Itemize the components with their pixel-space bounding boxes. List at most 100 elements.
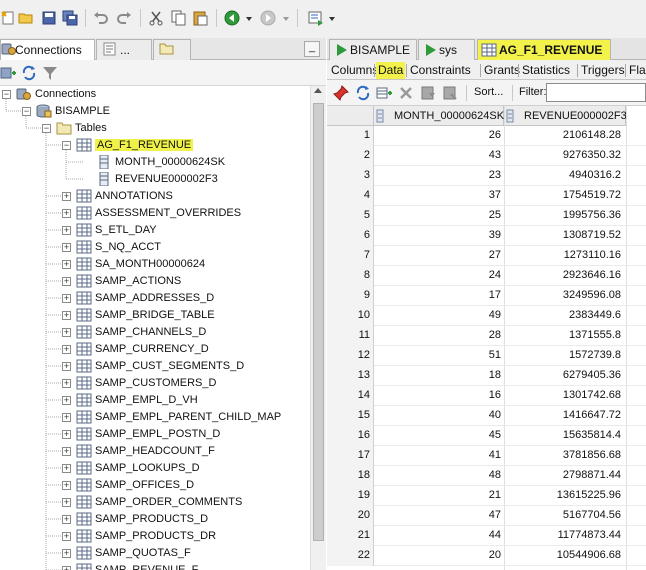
table-row[interactable]: 4 37 1754519.72 [327, 186, 646, 206]
cell-revenue[interactable]: 3781856.68 [506, 449, 621, 461]
tree-node-table[interactable]: + SAMP_ADDRESSES_D [0, 290, 310, 307]
open-folder-icon[interactable] [18, 10, 34, 26]
cell-revenue[interactable]: 1995756.36 [506, 209, 621, 221]
tree-node-table[interactable]: + SAMP_ORDER_COMMENTS [0, 494, 310, 511]
cell-revenue[interactable]: 10544906.68 [506, 549, 621, 561]
refresh-icon[interactable] [21, 65, 37, 81]
expand-toggle-icon[interactable]: + [62, 362, 71, 371]
forward-dropdown-arrow[interactable] [283, 17, 289, 21]
cell-month[interactable]: 21 [376, 489, 501, 501]
cell-revenue[interactable]: 2383449.6 [506, 309, 621, 321]
tree-node-table[interactable]: + SAMP_PRODUCTS_D [0, 511, 310, 528]
table-row[interactable]: 2 43 9276350.32 [327, 146, 646, 166]
expand-toggle-icon[interactable]: + [62, 345, 71, 354]
cell-revenue[interactable]: 1416647.72 [506, 409, 621, 421]
tree-node-table[interactable]: + SAMP_CUSTOMERS_D [0, 375, 310, 392]
delete-row-icon[interactable] [398, 85, 414, 101]
cell-revenue[interactable]: 15635814.4 [506, 429, 621, 441]
tree-node-column[interactable]: REVENUE000002F3 [0, 171, 310, 188]
expand-toggle-icon[interactable]: + [62, 515, 71, 524]
back-icon[interactable] [224, 10, 240, 26]
cell-month[interactable]: 25 [376, 209, 501, 221]
cell-month[interactable]: 27 [376, 249, 501, 261]
sql-worksheet-icon[interactable] [308, 10, 324, 26]
table-row[interactable]: 8 24 2923646.16 [327, 266, 646, 286]
tree-node-column[interactable]: MONTH_00000624SK [0, 154, 310, 171]
tree-node-tables[interactable]: − Tables [0, 120, 310, 137]
expand-toggle-icon[interactable]: + [62, 464, 71, 473]
cell-month[interactable]: 47 [376, 509, 501, 521]
collapse-toggle-icon[interactable]: − [62, 141, 71, 150]
table-row[interactable]: 17 41 3781856.68 [327, 446, 646, 466]
tree-node-table[interactable]: + SAMP_EMPL_D_VH [0, 392, 310, 409]
cell-month[interactable]: 43 [376, 149, 501, 161]
cell-revenue[interactable]: 11774873.44 [506, 529, 621, 541]
tree-node-table[interactable]: + SAMP_QUOTAS_F [0, 545, 310, 562]
tab-bisample[interactable]: BISAMPLE [329, 39, 417, 60]
save-icon[interactable] [41, 10, 57, 26]
cell-revenue[interactable]: 2923646.16 [506, 269, 621, 281]
tree-node-table[interactable]: + SAMP_OFFICES_D [0, 477, 310, 494]
cell-revenue[interactable]: 1273110.16 [506, 249, 621, 261]
table-row[interactable]: 12 51 1572739.8 [327, 346, 646, 366]
minimize-panel-button[interactable]: _ [304, 41, 320, 57]
tree-node-table[interactable]: + ANNOTATIONS [0, 188, 310, 205]
commit-icon[interactable] [420, 85, 436, 101]
cell-revenue[interactable]: 1301742.68 [506, 389, 621, 401]
table-row[interactable]: 18 48 2798871.44 [327, 466, 646, 486]
cell-month[interactable]: 40 [376, 409, 501, 421]
cell-month[interactable]: 28 [376, 329, 501, 341]
tab-reports[interactable]: ... [96, 39, 152, 60]
collapse-toggle-icon[interactable]: − [22, 107, 31, 116]
cell-month[interactable]: 39 [376, 229, 501, 241]
expand-toggle-icon[interactable]: + [62, 379, 71, 388]
redo-icon[interactable] [116, 10, 132, 26]
cell-month[interactable]: 41 [376, 449, 501, 461]
collapse-toggle-icon[interactable]: − [2, 90, 11, 99]
subtab-constraints[interactable]: Constraints [408, 62, 473, 79]
cell-month[interactable]: 44 [376, 529, 501, 541]
table-row[interactable]: 20 47 5167704.56 [327, 506, 646, 526]
tree-node-table[interactable]: + SAMP_EMPL_POSTN_D [0, 426, 310, 443]
tree-node-table[interactable]: + SAMP_REVENUE_F [0, 562, 310, 570]
tree-node-table[interactable]: + SA_MONTH00000624 [0, 256, 310, 273]
expand-toggle-icon[interactable]: + [62, 328, 71, 337]
expand-toggle-icon[interactable]: + [62, 549, 71, 558]
cell-month[interactable]: 37 [376, 189, 501, 201]
tab-files[interactable] [153, 39, 191, 60]
tree-node-connections[interactable]: − Connections [0, 86, 310, 103]
table-row[interactable]: 5 25 1995756.36 [327, 206, 646, 226]
expand-toggle-icon[interactable]: + [62, 498, 71, 507]
tree-node-ag-f1-revenue[interactable]: − AG_F1_REVENUE [0, 137, 310, 154]
pin-icon[interactable] [333, 85, 349, 101]
subtab-statistics[interactable]: Statistics [520, 62, 572, 79]
subtab-grants[interactable]: Grants [482, 62, 522, 79]
cell-month[interactable]: 18 [376, 369, 501, 381]
expand-toggle-icon[interactable]: + [62, 566, 71, 570]
cell-month[interactable]: 23 [376, 169, 501, 181]
cell-month[interactable]: 20 [376, 549, 501, 561]
expand-toggle-icon[interactable]: + [62, 413, 71, 422]
scroll-up-arrow[interactable] [314, 88, 322, 93]
tree-node-bisample[interactable]: − BISAMPLE [0, 103, 310, 120]
tree-node-table[interactable]: + S_ETL_DAY [0, 222, 310, 239]
back-dropdown-arrow[interactable] [246, 17, 252, 21]
filter-input[interactable] [546, 83, 646, 102]
expand-toggle-icon[interactable]: + [62, 311, 71, 320]
table-row[interactable]: 16 45 15635814.4 [327, 426, 646, 446]
expand-toggle-icon[interactable]: + [62, 430, 71, 439]
cell-revenue[interactable]: 1308719.52 [506, 229, 621, 241]
cell-revenue[interactable]: 2798871.44 [506, 469, 621, 481]
expand-toggle-icon[interactable]: + [62, 396, 71, 405]
sort-button[interactable]: Sort... [474, 86, 503, 98]
expand-toggle-icon[interactable]: + [62, 226, 71, 235]
table-row[interactable]: 14 16 1301742.68 [327, 386, 646, 406]
subtab-triggers[interactable]: Triggers [579, 62, 627, 79]
cell-revenue[interactable]: 13615225.96 [506, 489, 621, 501]
cell-revenue[interactable]: 1371555.8 [506, 329, 621, 341]
cell-month[interactable]: 17 [376, 289, 501, 301]
scroll-thumb[interactable] [313, 103, 324, 541]
cell-month[interactable]: 51 [376, 349, 501, 361]
tab-connections[interactable]: Connections [0, 39, 95, 60]
table-row[interactable]: 6 39 1308719.52 [327, 226, 646, 246]
